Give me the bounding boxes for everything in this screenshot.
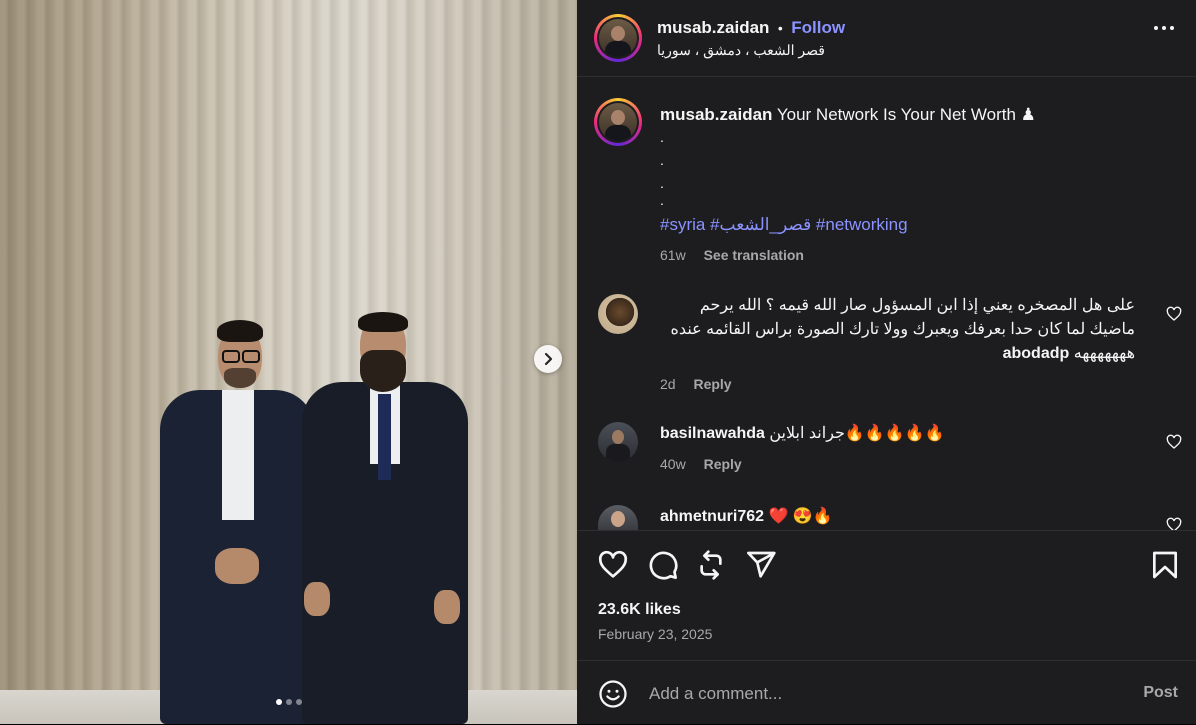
comment-avatar[interactable] bbox=[598, 505, 638, 530]
caption-line: . bbox=[660, 129, 664, 145]
comment-time[interactable]: 2d bbox=[660, 376, 676, 392]
caption-avatar[interactable] bbox=[594, 98, 642, 146]
reply-button[interactable]: Reply bbox=[693, 376, 731, 392]
more-options-button[interactable] bbox=[1154, 26, 1174, 30]
comment-username[interactable]: basilnawahda bbox=[660, 425, 765, 442]
person-right bbox=[300, 312, 470, 724]
comment-username[interactable]: ahmetnuri762 bbox=[660, 508, 764, 525]
heart-icon[interactable] bbox=[597, 549, 629, 581]
reply-button[interactable]: Reply bbox=[704, 456, 742, 472]
next-slide-button[interactable] bbox=[534, 345, 562, 373]
caption-time[interactable]: 61w bbox=[660, 247, 686, 263]
comment-item: ahmetnuri762 ❤️ 😍🔥 bbox=[598, 505, 1182, 532]
post-date[interactable]: February 23, 2025 bbox=[598, 626, 712, 642]
more-horizontal-icon bbox=[1154, 26, 1158, 30]
post-side-panel: musab.zaidan • Follow قصر الشعب ، دمشق ،… bbox=[577, 0, 1196, 724]
caption-line: . bbox=[660, 175, 664, 191]
comment-avatar[interactable] bbox=[598, 294, 638, 334]
share-icon[interactable] bbox=[695, 549, 727, 581]
caption-text: Your Network Is Your Net Worth ♟ bbox=[776, 105, 1036, 124]
post-actions: 23.6K likes February 23, 2025 bbox=[577, 530, 1196, 661]
comment-avatar[interactable] bbox=[598, 422, 638, 462]
comment-text: 🔥🔥🔥🔥🔥جراند ابلاين bbox=[769, 425, 945, 442]
slide-dot bbox=[285, 699, 292, 705]
comment-time[interactable]: 40w bbox=[660, 456, 686, 472]
chevron-right-icon bbox=[544, 352, 553, 366]
caption-line: . bbox=[660, 152, 664, 168]
post-viewer: musab.zaidan • Follow قصر الشعب ، دمشق ،… bbox=[0, 0, 1196, 724]
post-photo[interactable] bbox=[0, 0, 577, 724]
add-comment-bar: Post bbox=[577, 660, 1196, 725]
see-translation-button[interactable]: See translation bbox=[704, 247, 804, 263]
person-left bbox=[160, 320, 320, 724]
comment-username[interactable]: abodadp bbox=[1003, 345, 1070, 362]
slide-dot bbox=[275, 699, 282, 705]
author-avatar[interactable] bbox=[594, 14, 642, 62]
comment-icon[interactable] bbox=[647, 549, 679, 581]
separator-dot: • bbox=[777, 20, 783, 36]
post-comment-button[interactable]: Post bbox=[1143, 684, 1178, 702]
comment-input[interactable] bbox=[647, 675, 1121, 713]
comment-text: ❤️ 😍🔥 bbox=[768, 508, 833, 525]
slide-indicator bbox=[0, 699, 577, 705]
like-comment-heart-icon[interactable] bbox=[1166, 434, 1182, 450]
caption-username[interactable]: musab.zaidan bbox=[660, 105, 772, 124]
author-username[interactable]: musab.zaidan bbox=[657, 18, 769, 37]
follow-button[interactable]: Follow bbox=[791, 18, 845, 37]
like-comment-heart-icon[interactable] bbox=[1166, 306, 1182, 322]
caption: musab.zaidan Your Network Is Your Net Wo… bbox=[660, 103, 1130, 267]
caption-hashtags[interactable]: #syria #قصر_الشعب #networking bbox=[660, 213, 1130, 236]
send-icon[interactable] bbox=[745, 549, 777, 581]
post-header: musab.zaidan • Follow قصر الشعب ، دمشق ،… bbox=[577, 0, 1196, 77]
likes-count[interactable]: 23.6K likes bbox=[598, 601, 681, 619]
bookmark-icon[interactable] bbox=[1149, 549, 1181, 581]
caption-line: . bbox=[660, 192, 664, 208]
slide-dot bbox=[295, 699, 302, 705]
post-location[interactable]: قصر الشعب ، دمشق ، سوريا bbox=[657, 42, 825, 59]
emoji-icon[interactable] bbox=[598, 679, 628, 709]
